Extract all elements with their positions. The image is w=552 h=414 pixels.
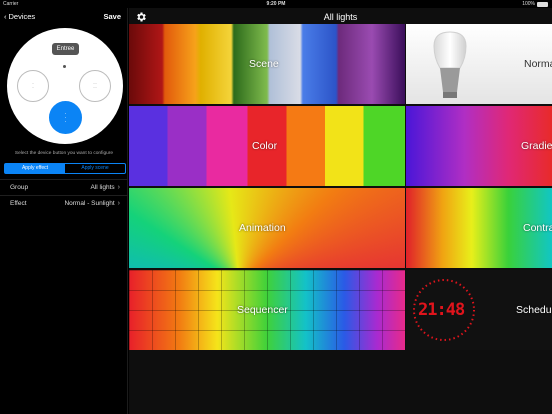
configure-hint: Select the device button you want to con… — [14, 151, 114, 156]
battery-percent: 100% — [522, 1, 535, 7]
page-title: All lights — [323, 12, 358, 22]
left-nav-bar: ‹ Devices Save — [0, 8, 128, 26]
tile-label: Animation — [239, 222, 286, 234]
tile-color[interactable]: Color — [129, 106, 405, 186]
effects-grid-panel: All lights Scene Normal Color Gradient A… — [129, 8, 552, 414]
group-row[interactable]: Group All lights › — [0, 179, 128, 195]
apply-mode-segment: Apply effect Apply scene — [4, 163, 126, 174]
tile-label: Gradient — [521, 140, 552, 152]
tile-label: Sequencer — [237, 304, 288, 316]
tile-label: Color — [252, 140, 278, 152]
save-button[interactable]: Save — [103, 12, 121, 21]
battery-indicator: 100% — [522, 1, 548, 7]
clock-digits: 21:48 — [418, 300, 465, 320]
back-button[interactable]: ‹ Devices — [4, 12, 35, 21]
remote-led — [63, 65, 66, 68]
tile-label: Normal — [524, 58, 552, 70]
tile-label: Scene — [249, 58, 279, 70]
tile-scene[interactable]: Scene — [129, 24, 405, 104]
effect-key: Effect — [10, 200, 27, 207]
bulb-icon — [433, 31, 467, 98]
tile-gradient[interactable]: Gradient — [406, 106, 552, 186]
status-time: 9:20 PM — [266, 1, 286, 7]
remote-button-1[interactable]: · · — [17, 70, 49, 102]
tile-animation[interactable]: Animation — [129, 188, 405, 268]
two-dots-icon: ·· ·· — [93, 81, 97, 91]
chevron-right-icon: › — [117, 200, 120, 207]
chevron-right-icon: › — [117, 184, 120, 191]
tile-contrast[interactable]: Contrast — [406, 188, 552, 268]
group-key: Group — [10, 184, 29, 191]
effect-row[interactable]: Effect Normal - Sunlight › — [0, 195, 128, 211]
apply-effect-tab[interactable]: Apply effect — [5, 164, 65, 173]
effect-value: Normal - Sunlight — [64, 200, 115, 207]
battery-icon — [537, 1, 548, 7]
remote-button-2[interactable]: ·· ·· — [79, 70, 111, 102]
tile-label: Contrast — [523, 222, 552, 234]
tile-schedule[interactable]: 21:48 Schedule — [406, 270, 552, 350]
room-label: Entree — [52, 43, 79, 55]
remote-button-3[interactable]: · · · — [49, 101, 82, 134]
back-label: Devices — [8, 12, 36, 21]
tile-normal[interactable]: Normal — [406, 24, 552, 104]
tile-label: Schedule — [516, 304, 552, 316]
chevron-left-icon: ‹ — [4, 12, 7, 21]
status-bar: Carrier 9:20 PM 100% — [0, 0, 552, 8]
three-dots-icon: · · · — [64, 110, 67, 125]
tile-sequencer[interactable]: Sequencer — [129, 270, 405, 350]
group-value: All lights — [90, 184, 115, 191]
device-config-panel: ‹ Devices Save Entree · · ·· ·· · · · Select… — [0, 8, 128, 414]
apply-scene-tab[interactable]: Apply scene — [65, 164, 125, 173]
remote-control: Entree · · ·· ·· · · · — [7, 28, 123, 144]
one-dot-icon: · · — [32, 81, 34, 91]
